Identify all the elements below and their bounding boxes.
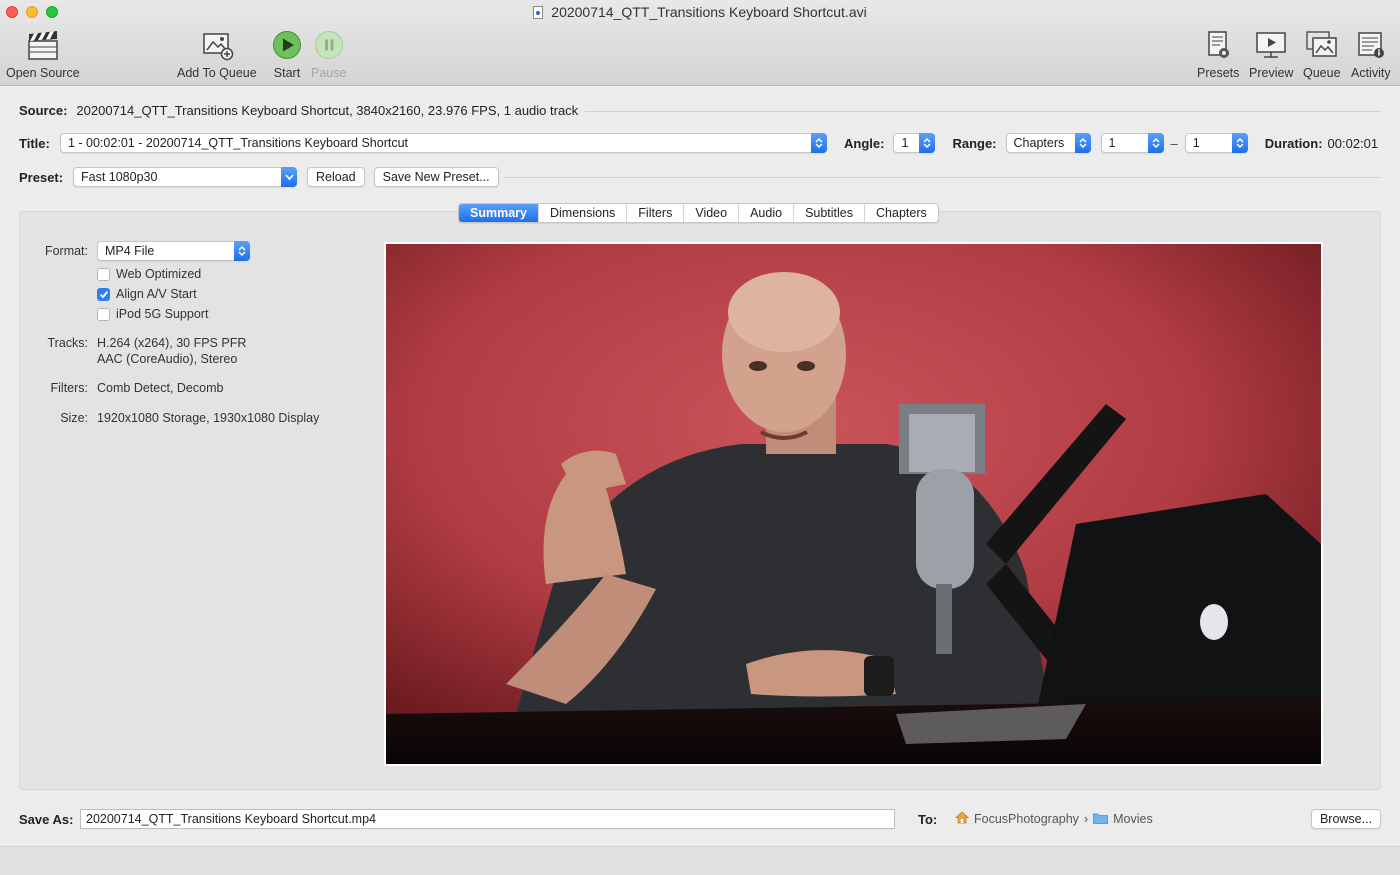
range-start-select[interactable]: 1 [1100, 133, 1164, 153]
presets-icon [1201, 28, 1235, 62]
reload-button[interactable]: Reload [307, 167, 365, 187]
range-type-select[interactable]: Chapters [1005, 133, 1091, 153]
settings-tabs: Summary Dimensions Filters Video Audio S… [458, 203, 939, 223]
pause-button[interactable]: Pause [311, 28, 346, 80]
checkmark-icon [97, 287, 110, 301]
chevron-updown-icon [919, 133, 936, 153]
size-value: 1920x1080 Storage, 1930x1080 Display [97, 411, 320, 425]
preview-icon [1254, 28, 1288, 62]
chevron-updown-icon [1147, 133, 1164, 153]
add-to-queue-icon [200, 28, 234, 62]
preset-divider [505, 177, 1381, 178]
preview-button[interactable]: Preview [1249, 28, 1293, 80]
ipod-5g-support-checkbox[interactable]: iPod 5G Support [97, 307, 208, 321]
range-end-select[interactable]: 1 [1184, 133, 1248, 153]
tracks-label: Tracks: [47, 336, 88, 350]
video-frame [386, 244, 1321, 764]
filters-label: Filters: [50, 381, 89, 395]
size-label: Size: [60, 411, 88, 425]
tracks-value: H.264 (x264), 30 FPS PFR AAC (CoreAudio)… [97, 336, 247, 366]
tab-summary[interactable]: Summary [459, 204, 538, 222]
source-label: Source: [19, 103, 68, 118]
duration-label: Duration: [1264, 135, 1323, 151]
tab-filters[interactable]: Filters [626, 204, 683, 222]
tab-chapters[interactable]: Chapters [864, 204, 938, 222]
tab-video[interactable]: Video [683, 204, 738, 222]
queue-icon [1305, 28, 1339, 62]
save-as-field[interactable]: 20200714_QTT_Transitions Keyboard Shortc… [80, 809, 895, 829]
chevron-updown-icon [1231, 133, 1248, 153]
format-label: Format: [44, 244, 88, 258]
tab-audio[interactable]: Audio [738, 204, 793, 222]
preset-select[interactable]: Fast 1080p30 [73, 167, 297, 187]
movies-folder-icon [1093, 812, 1109, 827]
preset-label: Preset: [19, 169, 64, 185]
pause-icon [312, 28, 346, 62]
clapperboard-icon [26, 28, 60, 62]
checkbox-box [97, 307, 110, 321]
window-toolbar: 20200714_QTT_Transitions Keyboard Shortc… [0, 0, 1400, 86]
home-folder-icon [954, 811, 970, 827]
web-optimized-checkbox[interactable]: Web Optimized [97, 267, 201, 281]
presets-button[interactable]: Presets [1197, 28, 1239, 80]
preset-row: Preset: Fast 1080p30 Reload Save New Pre… [19, 167, 499, 187]
title-select[interactable]: 1 - 00:02:01 - 20200714_QTT_Transitions … [60, 133, 827, 153]
chevron-down-icon [281, 167, 297, 187]
destination-path[interactable]: FocusPhotography › Movies [954, 811, 1153, 827]
duration-value: 00:02:01 [1327, 135, 1379, 151]
add-to-queue-button[interactable]: Add To Queue [177, 28, 257, 80]
start-button[interactable]: Start [270, 28, 304, 80]
status-bar [0, 846, 1400, 875]
source-row: Source: 20200714_QTT_Transitions Keyboar… [19, 103, 578, 118]
tab-subtitles[interactable]: Subtitles [793, 204, 864, 222]
destination-label: To: [918, 811, 938, 827]
save-new-preset-button[interactable]: Save New Preset... [373, 167, 499, 187]
title-row: Title: 1 - 00:02:01 - 20200714_QTT_Trans… [19, 133, 1378, 153]
queue-button[interactable]: Queue [1303, 28, 1341, 80]
range-dash: – [1170, 135, 1178, 151]
activity-log-icon [1354, 28, 1388, 62]
filters-value: Comb Detect, Decomb [97, 381, 224, 395]
title-label: Title: [19, 135, 50, 151]
format-select[interactable]: MP4 File [97, 241, 250, 261]
angle-select[interactable]: 1 [893, 133, 936, 153]
chevron-updown-icon [811, 133, 827, 153]
chevron-updown-icon [1074, 133, 1091, 153]
document-icon [533, 6, 544, 19]
save-as-label: Save As: [19, 811, 74, 827]
range-label: Range: [952, 135, 997, 151]
source-info: 20200714_QTT_Transitions Keyboard Shortc… [76, 103, 579, 118]
angle-label: Angle: [844, 135, 885, 151]
align-av-start-checkbox[interactable]: Align A/V Start [97, 287, 197, 301]
preview-image[interactable] [384, 242, 1323, 766]
chevron-updown-icon [234, 241, 250, 261]
activity-button[interactable]: Activity [1351, 28, 1391, 80]
browse-button[interactable]: Browse... [1311, 809, 1381, 829]
source-divider [585, 111, 1381, 112]
window-title: 20200714_QTT_Transitions Keyboard Shortc… [0, 4, 1400, 20]
checkbox-box [97, 267, 110, 281]
play-icon [270, 28, 304, 62]
tab-dimensions[interactable]: Dimensions [537, 204, 626, 222]
save-as-row: Save As: 20200714_QTT_Transitions Keyboa… [19, 809, 1153, 829]
open-source-button[interactable]: Open Source [6, 28, 80, 80]
